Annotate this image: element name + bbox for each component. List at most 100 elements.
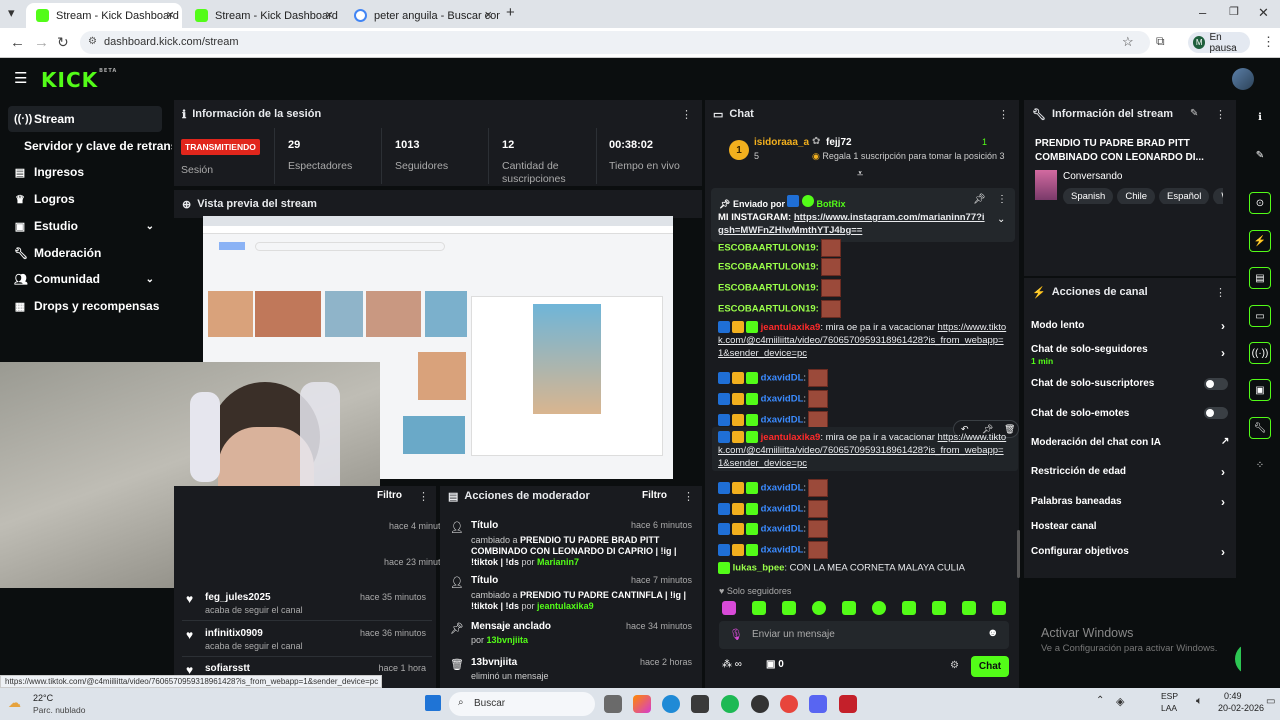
sidebar-item-comunidad[interactable]: 👥︎ Comunidad ⌄ bbox=[8, 266, 162, 292]
emote-icon[interactable] bbox=[722, 601, 736, 615]
host-channel-action[interactable]: Hostear canal bbox=[1031, 521, 1097, 532]
sidebar-item-drops[interactable]: ▦ Drops y recompensas bbox=[8, 293, 162, 319]
volume-icon[interactable]: 🔈︎ bbox=[1196, 695, 1203, 708]
kick-logo[interactable]: KICKBETA bbox=[41, 68, 117, 92]
emote-icon[interactable] bbox=[902, 601, 916, 615]
forward-icon[interactable]: → bbox=[34, 34, 49, 51]
sidebar-item-stream[interactable]: ((·)) Stream bbox=[8, 106, 162, 132]
obs-icon[interactable] bbox=[751, 695, 769, 713]
site-info-icon[interactable]: ⚙ bbox=[88, 36, 97, 47]
sidebar-item-ingresos[interactable]: ▤ Ingresos bbox=[8, 159, 162, 185]
chat-settings-icon[interactable]: ⚙ bbox=[950, 660, 959, 671]
chat-input[interactable]: 🎙︎ Enviar un mensaje ☻ bbox=[719, 621, 1009, 649]
tray-app-icon[interactable]: ◈ bbox=[1116, 695, 1124, 708]
spotify-icon[interactable] bbox=[721, 695, 739, 713]
copilot-icon[interactable] bbox=[633, 695, 651, 713]
chat-scrollbar[interactable] bbox=[1017, 530, 1020, 578]
sidebar-item-moderacion[interactable]: 🔧︎ Moderación bbox=[8, 240, 162, 266]
browser-tab[interactable]: Stream - Kick Dashboard × bbox=[185, 3, 341, 28]
emote-icon[interactable] bbox=[932, 601, 946, 615]
emoji-icon[interactable]: ☻ bbox=[987, 627, 999, 639]
list-icon[interactable]: ▤ bbox=[1249, 267, 1271, 289]
close-tab-icon[interactable]: × bbox=[325, 7, 333, 22]
sidebar-item-estudio[interactable]: ▣ Estudio ⌄ bbox=[8, 213, 162, 239]
tag[interactable]: Español bbox=[1159, 188, 1210, 204]
sidebar-item-logros[interactable]: ♛ Logros bbox=[8, 186, 162, 212]
browser-tab[interactable]: peter anguila - Buscar con Goo × bbox=[344, 3, 500, 28]
goals-action[interactable]: Configurar objetivos › bbox=[1031, 545, 1225, 559]
more-options-icon[interactable]: ⋮ bbox=[998, 108, 1009, 121]
activity-filter-button[interactable]: Filtro bbox=[377, 490, 402, 501]
unpin-icon[interactable]: 📌︎ bbox=[973, 194, 986, 205]
discord-icon[interactable] bbox=[809, 695, 827, 713]
mic-icon[interactable]: 🎙︎ bbox=[729, 628, 743, 641]
emote-icon[interactable] bbox=[872, 601, 886, 615]
gifts-counter[interactable]: ▣ 0 bbox=[766, 659, 784, 670]
tab-list-icon[interactable]: ▾ bbox=[8, 5, 15, 21]
points-icon[interactable]: ⁂ ∞ bbox=[722, 659, 742, 670]
broadcast-icon[interactable]: ((·)) bbox=[1249, 342, 1271, 364]
emote-icon[interactable] bbox=[752, 601, 766, 615]
layout-indicator[interactable]: LAA bbox=[1161, 703, 1177, 713]
chrome-icon[interactable] bbox=[780, 695, 798, 713]
acrobat-icon[interactable] bbox=[839, 695, 857, 713]
maximize-icon[interactable]: ❐ bbox=[1229, 5, 1239, 18]
close-tab-icon[interactable]: × bbox=[166, 7, 174, 22]
windows-start-icon[interactable] bbox=[425, 695, 441, 711]
leader-name[interactable]: isidoraaa_a bbox=[754, 137, 809, 148]
mod-filter-button[interactable]: Filtro bbox=[642, 490, 667, 501]
tag[interactable]: Spanish bbox=[1063, 188, 1114, 204]
tag[interactable]: Chile bbox=[1117, 188, 1155, 204]
profile-button[interactable]: M En pausa bbox=[1188, 32, 1250, 54]
age-restriction-action[interactable]: Restricción de edad › bbox=[1031, 465, 1225, 479]
minimize-icon[interactable]: – bbox=[1199, 5, 1206, 20]
followers-only-action[interactable]: Chat de solo-seguidores › 1 min bbox=[1031, 344, 1225, 366]
more-options-icon[interactable]: ⋮ bbox=[418, 490, 429, 503]
new-tab-icon[interactable]: + bbox=[506, 4, 515, 21]
mod-icon[interactable]: ▣ bbox=[1249, 379, 1271, 401]
task-view-icon[interactable] bbox=[604, 695, 622, 713]
clock-date[interactable]: 20-02-2026 bbox=[1218, 703, 1264, 713]
banned-words-action[interactable]: Palabras baneadas › bbox=[1031, 495, 1225, 509]
emote-icon[interactable] bbox=[812, 601, 826, 615]
edge-icon[interactable] bbox=[662, 695, 680, 713]
tag[interactable]: Wa bbox=[1213, 188, 1223, 204]
back-icon[interactable]: ← bbox=[10, 34, 25, 51]
language-indicator[interactable]: ESP bbox=[1161, 691, 1178, 701]
url-input[interactable]: ⚙ dashboard.kick.com/stream bbox=[80, 31, 1150, 54]
slow-mode-action[interactable]: Modo lento › bbox=[1031, 319, 1225, 333]
chevron-down-icon[interactable]: ⌄ bbox=[997, 214, 1005, 225]
more-options-icon[interactable]: ⋮ bbox=[681, 108, 692, 121]
clock-time[interactable]: 0:49 bbox=[1224, 691, 1242, 701]
hamburger-menu-icon[interactable]: ☰ bbox=[14, 69, 27, 87]
emote-icon[interactable] bbox=[962, 601, 976, 615]
target-icon[interactable]: ⊙ bbox=[1249, 192, 1271, 214]
emote-icon[interactable] bbox=[992, 601, 1006, 615]
emote-icon[interactable] bbox=[842, 601, 856, 615]
edit-icon[interactable]: ✎ bbox=[1249, 144, 1271, 166]
gifter-name[interactable]: fejj72 bbox=[826, 137, 852, 148]
more-options-icon[interactable]: ⋮ bbox=[1215, 286, 1226, 299]
nodes-icon[interactable]: ⁘ bbox=[1249, 454, 1271, 476]
reload-icon[interactable]: ↻ bbox=[57, 34, 69, 51]
more-options-icon[interactable]: ⋮ bbox=[997, 194, 1007, 205]
subs-only-toggle[interactable] bbox=[1204, 378, 1228, 390]
collapse-icon[interactable]: ⩡ bbox=[857, 168, 863, 181]
chat-icon[interactable]: ▭ bbox=[1249, 305, 1271, 327]
close-tab-icon[interactable]: × bbox=[484, 7, 492, 22]
lightning-icon[interactable]: ⚡ bbox=[1249, 230, 1271, 252]
bookmark-star-icon[interactable]: ☆ bbox=[1122, 34, 1134, 50]
ai-moderation-action[interactable]: Moderación del chat con IA ↗ bbox=[1031, 436, 1229, 448]
emotes-only-toggle[interactable] bbox=[1204, 407, 1228, 419]
browser-menu-icon[interactable]: ⋮ bbox=[1262, 34, 1275, 50]
more-options-icon[interactable]: ⋮ bbox=[683, 490, 694, 503]
user-avatar[interactable] bbox=[1232, 68, 1254, 90]
info-icon[interactable]: ℹ bbox=[1249, 106, 1271, 128]
extensions-icon[interactable]: ⧉ bbox=[1156, 34, 1165, 49]
wrench-icon[interactable]: 🔧︎ bbox=[1249, 417, 1271, 439]
emote-icon[interactable] bbox=[782, 601, 796, 615]
close-window-icon[interactable]: ✕ bbox=[1258, 5, 1269, 21]
tray-chevron-icon[interactable]: ⌃ bbox=[1096, 695, 1104, 706]
store-icon[interactable] bbox=[691, 695, 709, 713]
browser-tab-active[interactable]: Stream - Kick Dashboard × bbox=[26, 3, 182, 28]
